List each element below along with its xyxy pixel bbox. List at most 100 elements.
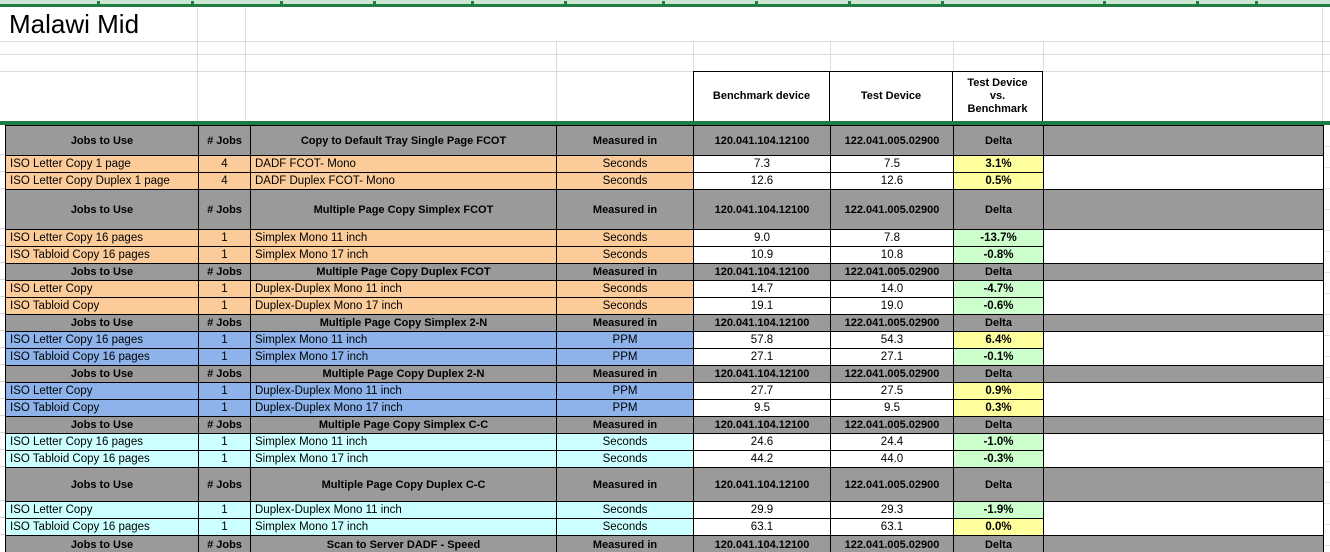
test-vs-benchmark-header-cell[interactable]: Test Device vs. Benchmark [953,71,1043,122]
cell-num-jobs[interactable]: 1 [199,383,251,400]
benchmark-device-id[interactable]: 120.041.104.12100 [694,315,831,332]
col-header-jobs[interactable]: Jobs to Use [6,315,199,332]
col-header-delta[interactable]: Delta [954,417,1044,434]
col-header-jobs[interactable]: Jobs to Use [6,468,199,502]
col-header-measured-in[interactable]: Measured in [557,315,694,332]
test-device-id[interactable]: 122.041.005.02900 [831,536,954,552]
col-header-num-jobs[interactable]: # Jobs [199,190,251,230]
section-title[interactable]: Scan to Server DADF - Speed [251,536,557,552]
cell-num-jobs[interactable]: 1 [199,332,251,349]
section-title[interactable]: Multiple Page Copy Simplex 2-N [251,315,557,332]
col-header-delta[interactable]: Delta [954,264,1044,281]
cell-job[interactable]: ISO Letter Copy [6,502,199,519]
cell-num-jobs[interactable]: 4 [199,156,251,173]
cell-test-value[interactable]: 12.6 [831,173,954,190]
section-title[interactable]: Multiple Page Copy Simplex C-C [251,417,557,434]
cell-description[interactable]: Duplex-Duplex Mono 11 inch [251,383,557,400]
cell-delta-value[interactable]: 3.1% [954,156,1044,173]
cell-job[interactable]: ISO Tabloid Copy [6,298,199,315]
cell-delta-value[interactable]: -13.7% [954,230,1044,247]
empty-cell[interactable] [1044,173,1324,190]
benchmark-device-id[interactable]: 120.041.104.12100 [694,536,831,552]
cell-num-jobs[interactable]: 1 [199,502,251,519]
empty-header-cell[interactable] [1044,536,1324,552]
section-title[interactable]: Multiple Page Copy Duplex 2-N [251,366,557,383]
cell-description[interactable]: Simplex Mono 17 inch [251,247,557,264]
benchmark-device-id[interactable]: 120.041.104.12100 [694,126,831,156]
cell-test-value[interactable]: 27.1 [831,349,954,366]
col-header-measured-in[interactable]: Measured in [557,126,694,156]
cell-benchmark-value[interactable]: 63.1 [694,519,831,536]
cell-measured-in[interactable]: Seconds [557,434,694,451]
cell-test-value[interactable]: 10.8 [831,247,954,264]
empty-cell[interactable] [1044,298,1324,315]
benchmark-device-id[interactable]: 120.041.104.12100 [694,417,831,434]
cell-test-value[interactable]: 9.5 [831,400,954,417]
empty-cell[interactable] [1044,502,1324,519]
cell-test-value[interactable]: 7.8 [831,230,954,247]
cell-description[interactable]: Simplex Mono 11 inch [251,332,557,349]
cell-benchmark-value[interactable]: 27.7 [694,383,831,400]
section-title[interactable]: Multiple Page Copy Duplex C-C [251,468,557,502]
col-header-jobs[interactable]: Jobs to Use [6,190,199,230]
empty-cell[interactable] [1044,519,1324,536]
cell-benchmark-value[interactable]: 10.9 [694,247,831,264]
col-header-measured-in[interactable]: Measured in [557,417,694,434]
col-header-num-jobs[interactable]: # Jobs [199,126,251,156]
col-header-delta[interactable]: Delta [954,126,1044,156]
col-header-jobs[interactable]: Jobs to Use [6,366,199,383]
cell-benchmark-value[interactable]: 19.1 [694,298,831,315]
cell-job[interactable]: ISO Tabloid Copy 16 pages [6,451,199,468]
test-device-header-cell[interactable]: Test Device [830,71,953,122]
col-header-measured-in[interactable]: Measured in [557,366,694,383]
cell-description[interactable]: Duplex-Duplex Mono 11 inch [251,502,557,519]
cell-test-value[interactable]: 27.5 [831,383,954,400]
cell-job[interactable]: ISO Tabloid Copy 16 pages [6,247,199,264]
col-header-jobs[interactable]: Jobs to Use [6,264,199,281]
cell-job[interactable]: ISO Letter Copy 16 pages [6,434,199,451]
cell-job[interactable]: ISO Letter Copy [6,383,199,400]
cell-job[interactable]: ISO Tabloid Copy [6,400,199,417]
col-header-delta[interactable]: Delta [954,190,1044,230]
cell-num-jobs[interactable]: 1 [199,281,251,298]
cell-description[interactable]: Simplex Mono 17 inch [251,451,557,468]
cell-num-jobs[interactable]: 1 [199,247,251,264]
cell-num-jobs[interactable]: 1 [199,451,251,468]
cell-delta-value[interactable]: 6.4% [954,332,1044,349]
col-header-jobs[interactable]: Jobs to Use [6,417,199,434]
cell-measured-in[interactable]: Seconds [557,298,694,315]
cell-measured-in[interactable]: Seconds [557,230,694,247]
cell-measured-in[interactable]: PPM [557,383,694,400]
cell-description[interactable]: Duplex-Duplex Mono 11 inch [251,281,557,298]
col-header-measured-in[interactable]: Measured in [557,264,694,281]
cell-delta-value[interactable]: -0.3% [954,451,1044,468]
empty-cell[interactable] [1044,230,1324,247]
cell-description[interactable]: Duplex-Duplex Mono 17 inch [251,400,557,417]
col-header-measured-in[interactable]: Measured in [557,190,694,230]
cell-benchmark-value[interactable]: 14.7 [694,281,831,298]
cell-num-jobs[interactable]: 1 [199,434,251,451]
empty-cell[interactable] [1044,434,1324,451]
benchmark-device-id[interactable]: 120.041.104.12100 [694,264,831,281]
cell-delta-value[interactable]: 0.3% [954,400,1044,417]
col-header-num-jobs[interactable]: # Jobs [199,264,251,281]
cell-num-jobs[interactable]: 1 [199,230,251,247]
cell-delta-value[interactable]: 0.9% [954,383,1044,400]
cell-description[interactable]: Simplex Mono 17 inch [251,519,557,536]
sheet-title[interactable]: Malawi Mid [9,9,139,39]
cell-num-jobs[interactable]: 1 [199,349,251,366]
cell-description[interactable]: Simplex Mono 11 inch [251,434,557,451]
test-device-id[interactable]: 122.041.005.02900 [831,366,954,383]
cell-measured-in[interactable]: Seconds [557,281,694,298]
empty-cell[interactable] [1044,400,1324,417]
cell-description[interactable]: Simplex Mono 11 inch [251,230,557,247]
cell-measured-in[interactable]: Seconds [557,519,694,536]
cell-description[interactable]: DADF Duplex FCOT- Mono [251,173,557,190]
col-header-delta[interactable]: Delta [954,536,1044,552]
benchmark-device-id[interactable]: 120.041.104.12100 [694,366,831,383]
col-header-measured-in[interactable]: Measured in [557,468,694,502]
cell-description[interactable]: Simplex Mono 17 inch [251,349,557,366]
cell-test-value[interactable]: 44.0 [831,451,954,468]
cell-job[interactable]: ISO Tabloid Copy 16 pages [6,349,199,366]
cell-job[interactable]: ISO Letter Copy 1 page [6,156,199,173]
